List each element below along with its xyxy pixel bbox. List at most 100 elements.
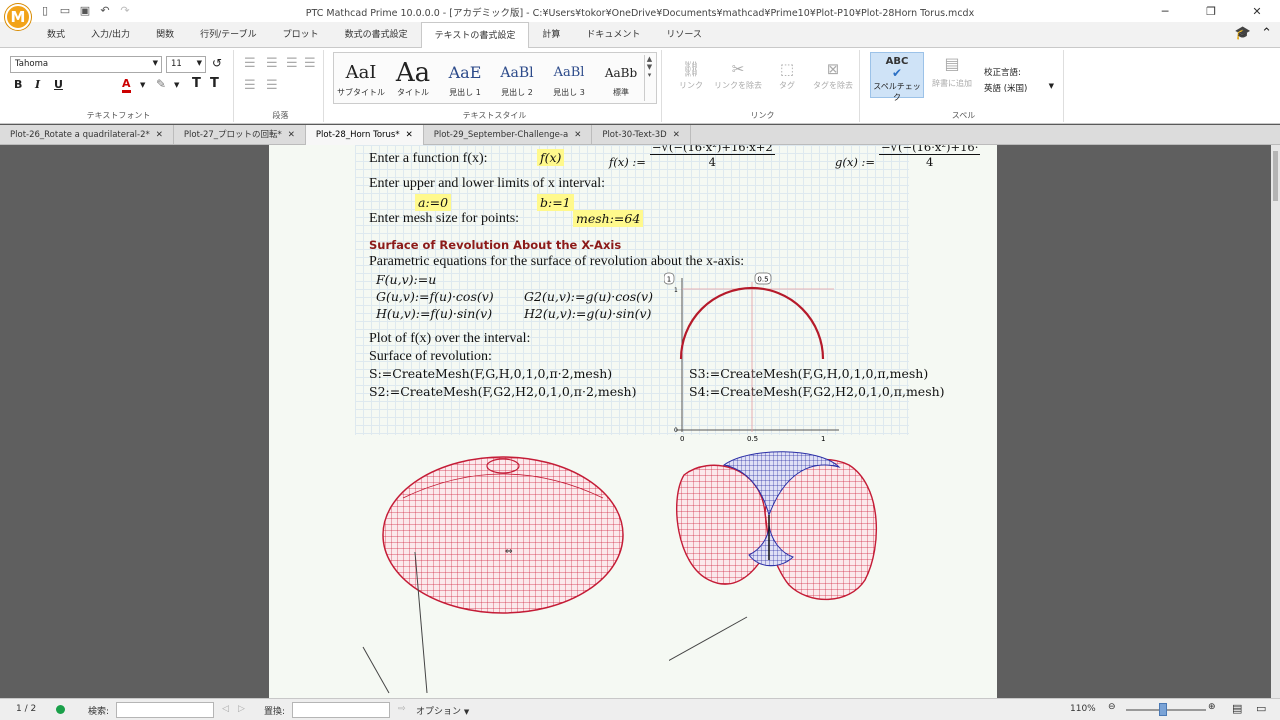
graduation-cap-icon[interactable]: 🎓 — [1235, 26, 1251, 41]
style-label: サブタイトル — [337, 88, 385, 97]
style-normal[interactable]: AaBb 標準 — [596, 59, 646, 107]
tab-document[interactable]: ドキュメント — [573, 22, 653, 48]
superscript-icon[interactable]: T — [192, 76, 201, 91]
close-icon[interactable]: ✕ — [288, 130, 295, 140]
surface-plot-half-torus[interactable] — [669, 445, 889, 680]
gx-definition[interactable]: g(x) := −√(−(16·x²)+16· 4 — [835, 145, 997, 169]
close-icon[interactable]: ✕ — [574, 130, 581, 140]
chevron-down-icon[interactable]: ▼ — [174, 81, 179, 89]
highlight-color-icon[interactable]: ✎ — [156, 77, 166, 91]
doc-tab[interactable]: Plot-30-Text-3D ✕ — [592, 125, 691, 145]
doc-tab-active[interactable]: Plot-28_Horn Torus* ✕ — [305, 125, 424, 145]
minimize-icon[interactable]: ─ — [1142, 0, 1188, 22]
add-dictionary-button[interactable]: ▤ 辞書に追加 — [928, 54, 976, 89]
font-size-value: 11 — [171, 59, 182, 69]
doc-tab[interactable]: Plot-29_September-Challenge-a ✕ — [424, 125, 593, 145]
fx-definition[interactable]: f(x) := −√(−(16·x²)+16·x+2 4 — [609, 145, 775, 169]
find-next-icon[interactable]: ▷ — [238, 704, 245, 714]
link-button-label: リンク — [679, 81, 703, 90]
tab-plots[interactable]: プロット — [270, 22, 332, 48]
tag-button[interactable]: ⬚ タグ — [764, 58, 810, 91]
restore-icon[interactable]: ❐ — [1188, 0, 1234, 22]
replace-icon[interactable]: ⇨ — [398, 704, 406, 714]
zoom-out-icon[interactable]: ⊖ — [1108, 702, 1116, 712]
search-input[interactable] — [116, 702, 214, 718]
tab-calculation[interactable]: 計算 — [529, 22, 573, 48]
indent-icon[interactable]: ☰ — [244, 78, 256, 93]
doc-tab[interactable]: Plot-26_Rotate a quadrilateral-2* ✕ — [0, 125, 174, 145]
worksheet-page[interactable]: Enter a function f(x): f(x) f(x) := −√(−(… — [269, 145, 997, 698]
b-definition[interactable]: b:=1 — [537, 194, 574, 211]
close-icon[interactable]: ✕ — [1234, 0, 1280, 22]
style-title[interactable]: Aa タイトル — [388, 59, 438, 107]
chevron-down-icon[interactable]: ▼ — [140, 81, 145, 89]
replace-input[interactable] — [292, 702, 390, 718]
mathcad-logo[interactable]: M — [5, 4, 31, 30]
style-subtitle[interactable]: AaI サブタイトル — [336, 59, 386, 107]
subscript-icon[interactable]: T — [210, 76, 219, 91]
bold-button[interactable]: B — [14, 78, 22, 91]
style-heading-1[interactable]: AaE 見出し 1 — [440, 59, 490, 107]
remove-tag-button[interactable]: ⊠ タグを除去 — [808, 58, 858, 91]
G-definition[interactable]: G(u,v):=f(u)·cos(v) — [376, 289, 494, 304]
tab-text-formatting[interactable]: テキストの書式設定 — [420, 22, 530, 49]
underline-button[interactable]: U — [54, 78, 63, 91]
style-sample: Aa — [395, 58, 431, 88]
close-icon[interactable]: ✕ — [673, 130, 680, 140]
align-left-icon[interactable]: ☰ — [286, 56, 298, 71]
chevron-down-icon: ▼ — [152, 59, 158, 67]
remove-link-button[interactable]: ✂ リンクを除去 — [712, 58, 764, 91]
H2-definition[interactable]: H2(u,v):=g(u)·sin(v) — [524, 306, 651, 321]
link-button[interactable]: ⛓ リンク — [668, 58, 714, 91]
tab-functions[interactable]: 関数 — [143, 22, 187, 48]
italic-button[interactable]: I — [35, 78, 40, 91]
mesh-definition[interactable]: mesh:=64 — [573, 210, 644, 227]
surface-plot-full-torus[interactable]: ⇔ — [349, 440, 649, 698]
zoom-slider-thumb[interactable] — [1159, 703, 1167, 716]
page-view-icon[interactable]: ▤ — [1232, 702, 1242, 715]
tab-resources[interactable]: リソース — [653, 22, 715, 48]
gallery-scroll[interactable]: ▲ ▼ ▾ — [644, 55, 654, 101]
F-definition[interactable]: F(u,v):=u — [376, 272, 436, 287]
xy-plot[interactable]: 1 0.5 1 0 0 0.5 1 — [664, 270, 844, 445]
tab-math-formatting[interactable]: 数式の書式設定 — [332, 22, 421, 48]
bullet-list-icon[interactable]: ☰ — [244, 56, 256, 71]
font-size-select[interactable]: 11 ▼ — [166, 56, 206, 73]
style-heading-3[interactable]: AaBl 見出し 3 — [544, 59, 594, 107]
options-button[interactable]: オプション ▼ — [416, 704, 469, 717]
status-bar: 1 / 2 検索: ◁ ▷ 置換: ⇨ オプション ▼ 110% ⊖ ⊕ ▤ ▭ — [0, 698, 1280, 720]
draft-view-icon[interactable]: ▭ — [1256, 702, 1266, 715]
S2-definition[interactable]: S2:=CreateMesh(F,G2,H2,0,1,0,π·2,mesh) — [369, 384, 636, 399]
vertical-scrollbar[interactable] — [1271, 145, 1280, 698]
zoom-in-icon[interactable]: ⊕ — [1208, 702, 1216, 712]
S-definition[interactable]: S:=CreateMesh(F,G,H,0,1,0,π·2,mesh) — [369, 366, 612, 381]
font-name-select[interactable]: Tahoma ▼ — [10, 56, 162, 73]
align-right-icon[interactable]: ☰ — [304, 56, 316, 71]
find-prev-icon[interactable]: ◁ — [222, 704, 229, 714]
close-icon[interactable]: ✕ — [156, 130, 163, 140]
a-definition[interactable]: a:=0 — [415, 194, 452, 211]
tab-math[interactable]: 数式 — [34, 22, 78, 48]
clear-format-icon[interactable]: ↺ — [212, 56, 222, 70]
tab-input-output[interactable]: 入力/出力 — [78, 22, 143, 48]
fx-placeholder[interactable]: f(x) — [537, 149, 565, 166]
doc-tab-modified: * — [277, 130, 282, 140]
numbered-list-icon[interactable]: ☰ — [266, 56, 278, 71]
scrollbar-thumb[interactable] — [1273, 151, 1278, 201]
close-icon[interactable]: ✕ — [406, 130, 413, 140]
dictionary-icon: ▤ — [944, 54, 960, 73]
group-paragraph: ☰ ☰ ☰ ☰ ☰ ☰ 段落 — [238, 50, 324, 122]
style-heading-2[interactable]: AaBl 見出し 2 — [492, 59, 542, 107]
proof-language-select[interactable]: 英語 (米国) ▼ — [984, 82, 1056, 94]
H-definition[interactable]: H(u,v):=f(u)·sin(v) — [376, 306, 492, 321]
spell-check-button[interactable]: ABC ✔ スペルチェック — [870, 52, 924, 102]
tab-matrices-tables[interactable]: 行列/テーブル — [187, 22, 270, 48]
font-color-button[interactable]: A — [122, 78, 131, 93]
calc-status-icon — [56, 705, 65, 714]
spell-check-label: スペルチェック — [873, 82, 921, 102]
G2-definition[interactable]: G2(u,v):=g(u)·cos(v) — [524, 289, 653, 304]
proof-language-label: 校正言語: — [984, 68, 1021, 78]
doc-tab[interactable]: Plot-27_プロットの回転* ✕ — [174, 125, 306, 145]
collapse-ribbon-icon[interactable]: ⌃ — [1261, 26, 1272, 41]
outdent-icon[interactable]: ☰ — [266, 78, 278, 93]
